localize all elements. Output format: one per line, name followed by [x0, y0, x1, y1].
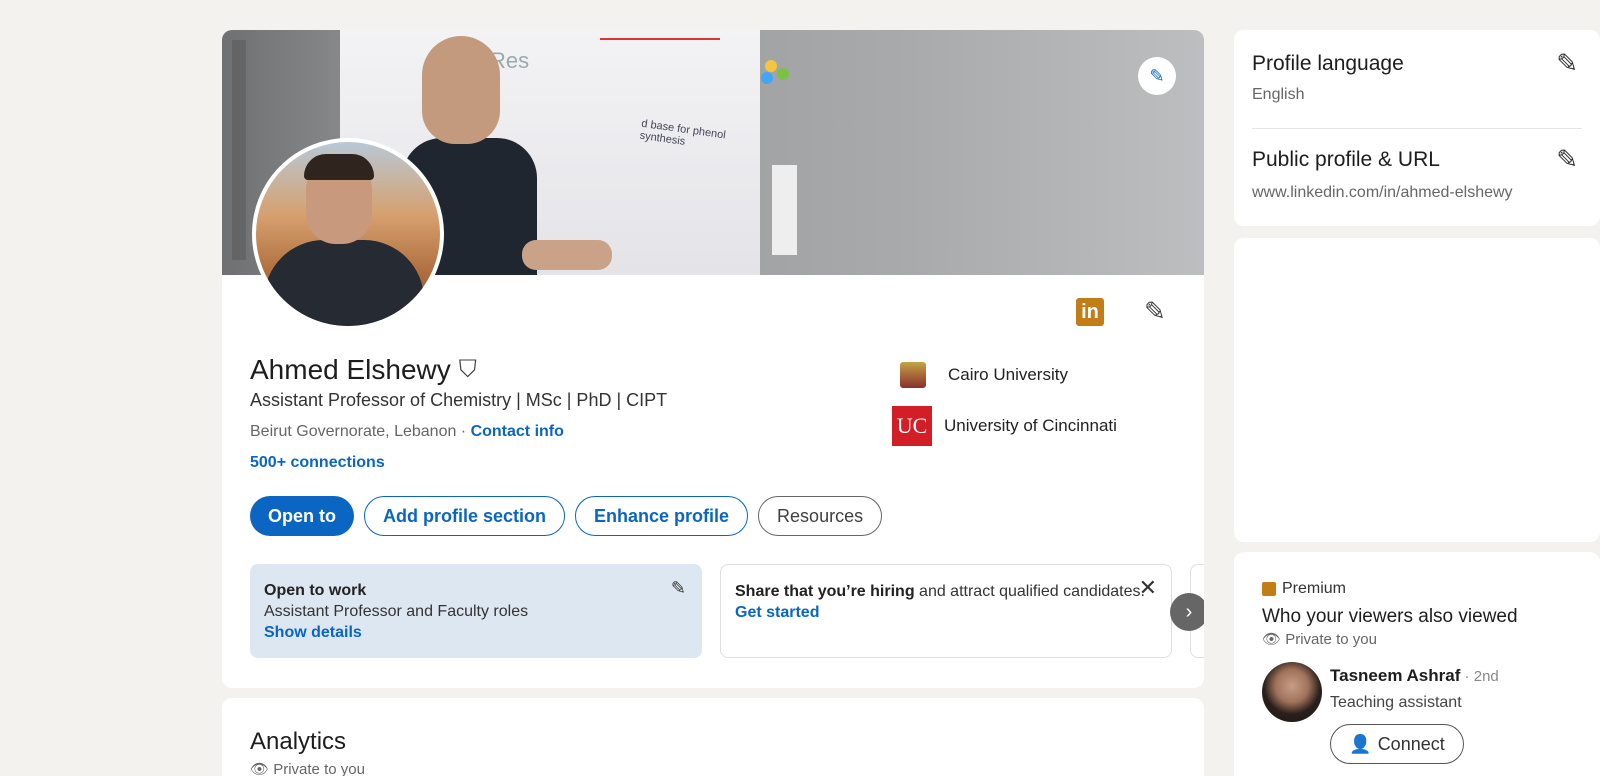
private-label: Private to you: [1285, 631, 1377, 648]
education-item-cairo[interactable]: Cairo University: [892, 362, 1068, 388]
viewer-name: Tasneem Ashraf: [1330, 666, 1461, 685]
open-to-work-card: Open to work Assistant Professor and Fac…: [250, 564, 702, 658]
ad-placeholder-card: [1234, 238, 1600, 542]
name-row: Ahmed Elshewy ⛉: [250, 354, 477, 386]
premium-viewers-card: Premium Who your viewers also viewed 👁 P…: [1234, 552, 1600, 776]
analytics-card: Analytics 👁 Private to you: [222, 698, 1204, 776]
profile-actions: Open to Add profile section Enhance prof…: [250, 496, 883, 536]
education-name: University of Cincinnati: [944, 416, 1117, 435]
profile-language-title: Profile language: [1252, 52, 1404, 75]
viewers-also-viewed-title: Who your viewers also viewed: [1262, 606, 1518, 627]
location-text: Beirut Governorate, Lebanon: [250, 423, 457, 440]
pencil-icon[interactable]: ✎: [1556, 48, 1578, 79]
linkedin-premium-icon[interactable]: in: [1076, 298, 1104, 326]
analytics-title: Analytics: [250, 728, 347, 755]
add-person-icon: 👤: [1349, 733, 1372, 754]
public-url-title: Public profile & URL: [1252, 148, 1440, 171]
hiring-strong: Share that you’re hiring: [735, 583, 915, 600]
resources-button[interactable]: Resources: [758, 496, 883, 536]
edit-intro-button[interactable]: ✎: [1144, 296, 1166, 327]
pencil-icon[interactable]: ✎: [1556, 144, 1578, 175]
close-icon[interactable]: ✕: [1139, 577, 1157, 599]
avatar[interactable]: [1262, 662, 1322, 722]
profile-headline: Assistant Professor of Chemistry | MSc |…: [250, 390, 668, 410]
eye-icon: 👁: [250, 761, 270, 776]
education-item-cincinnati[interactable]: UC University of Cincinnati: [892, 406, 1117, 446]
verified-shield-icon[interactable]: ⛉: [459, 356, 477, 384]
chevron-right-icon[interactable]: ›: [1170, 593, 1204, 631]
premium-icon: [1262, 582, 1276, 596]
edit-cover-button[interactable]: ✎: [1138, 57, 1176, 95]
university-crest-icon: [900, 362, 926, 388]
open-to-work-title: Open to work: [264, 582, 367, 599]
eye-icon: 👁: [1262, 631, 1282, 648]
viewer-degree: · 2nd: [1460, 668, 1499, 685]
pencil-icon: ✎: [1144, 296, 1166, 326]
private-row: 👁 Private to you: [1262, 630, 1377, 648]
profile-name: Ahmed Elshewy: [250, 354, 451, 385]
public-url-value: www.linkedin.com/in/ahmed-elshewy: [1252, 184, 1513, 201]
divider: [1252, 128, 1582, 129]
hiring-rest: and attract qualified candidates.: [914, 583, 1145, 600]
open-to-button[interactable]: Open to: [250, 496, 354, 536]
hiring-card: Share that you’re hiring and attract qua…: [720, 564, 1172, 658]
get-started-link[interactable]: Get started: [735, 602, 1157, 623]
viewer-role: Teaching assistant: [1330, 694, 1462, 711]
education-name: Cairo University: [948, 365, 1068, 384]
profile-settings-card: Profile language English ✎ Public profil…: [1234, 30, 1600, 226]
contact-info-link[interactable]: Contact info: [471, 423, 564, 440]
add-profile-section-button[interactable]: Add profile section: [364, 496, 566, 536]
pencil-icon[interactable]: ✎: [671, 578, 686, 599]
connect-button[interactable]: 👤 Connect: [1330, 724, 1464, 764]
viewer-name-row[interactable]: Tasneem Ashraf · 2nd: [1330, 666, 1499, 686]
hiring-text: Share that you’re hiring and attract qua…: [735, 581, 1157, 602]
profile-card: Res d base for phenol synthesis ✎ in ✎ A…: [222, 30, 1204, 688]
uc-logo-icon: UC: [892, 406, 932, 446]
connect-label: Connect: [1377, 733, 1445, 754]
open-to-work-roles: Assistant Professor and Faculty roles: [264, 603, 529, 620]
separator: ·: [456, 423, 471, 440]
premium-row: Premium: [1262, 580, 1346, 598]
pencil-icon: ✎: [1149, 65, 1165, 86]
profile-photo[interactable]: [252, 138, 444, 330]
profile-language-value: English: [1252, 86, 1305, 103]
analytics-private: 👁 Private to you: [250, 760, 365, 776]
connections-link[interactable]: 500+ connections: [250, 454, 385, 472]
private-label: Private to you: [273, 761, 365, 776]
premium-label: Premium: [1282, 580, 1347, 597]
show-details-link[interactable]: Show details: [264, 622, 688, 643]
enhance-profile-button[interactable]: Enhance profile: [575, 496, 749, 536]
location-row: Beirut Governorate, Lebanon · Contact in…: [250, 423, 564, 441]
